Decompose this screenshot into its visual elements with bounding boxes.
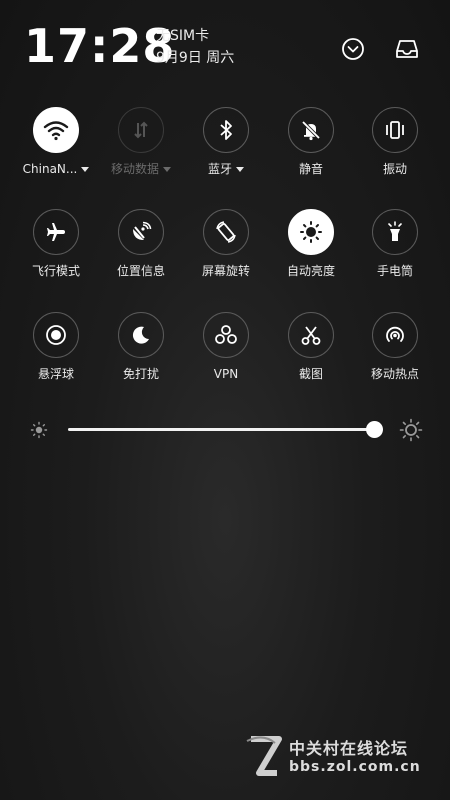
dropdown-caret-icon[interactable] [236, 167, 244, 172]
auto-brightness-icon[interactable] [288, 209, 334, 255]
wifi-icon[interactable] [33, 107, 79, 153]
dropdown-caret-icon [163, 167, 171, 172]
location-icon[interactable] [118, 209, 164, 255]
tile-vibrate[interactable]: 振动 [353, 107, 437, 197]
tile-wifi[interactable]: ChinaN... [14, 107, 98, 197]
tile-label: 移动数据 [99, 161, 183, 177]
tile-label: 悬浮球 [37, 367, 74, 381]
screenshot-icon[interactable] [288, 312, 334, 358]
tile-label: VPN [213, 367, 239, 381]
watermark-title: 中关村在线论坛 [289, 739, 409, 758]
brightness-low-icon [30, 421, 48, 439]
tile-label: 飞行模式 [31, 264, 80, 278]
chevron-down-icon[interactable] [340, 36, 366, 62]
tile-location[interactable]: 位置信息 [99, 209, 183, 299]
tile-screenshot[interactable]: 截图 [269, 312, 353, 402]
brightness-high-icon [399, 418, 423, 442]
floating-ball-icon[interactable] [33, 312, 79, 358]
vpn-icon[interactable] [203, 312, 249, 358]
hotspot-icon[interactable] [372, 312, 418, 358]
tile-label: 位置信息 [116, 264, 165, 278]
vibrate-icon[interactable] [372, 107, 418, 153]
tile-label: ChinaN... [14, 161, 98, 177]
brightness-slider-thumb[interactable] [366, 421, 383, 438]
tile-floating-ball[interactable]: 悬浮球 [14, 312, 98, 402]
tile-bluetooth[interactable]: 蓝牙 [184, 107, 268, 197]
tile-do-not-disturb[interactable]: 免打扰 [99, 312, 183, 402]
tile-auto-brightness[interactable]: 自动亮度 [269, 209, 353, 299]
flashlight-icon[interactable] [372, 209, 418, 255]
watermark-url: bbs.zol.com.cn [289, 759, 421, 775]
tile-label: 振动 [382, 162, 407, 176]
airplane-icon[interactable] [33, 209, 79, 255]
tile-hotspot[interactable]: 移动热点 [353, 312, 437, 402]
rotate-icon[interactable] [203, 209, 249, 255]
dropdown-caret-icon[interactable] [81, 167, 90, 172]
tile-label: 免打扰 [122, 367, 159, 381]
tile-label: 截图 [298, 367, 323, 381]
tile-flashlight[interactable]: 手电筒 [353, 209, 437, 299]
sim-status: 无SIM卡 [156, 28, 210, 44]
mute-icon[interactable] [288, 107, 334, 153]
tile-mobile-data: 移动数据 [99, 107, 183, 197]
inbox-icon[interactable] [394, 36, 420, 62]
tile-rotate[interactable]: 屏幕旋转 [184, 209, 268, 299]
mobile-data-icon [118, 107, 164, 153]
watermark: 中关村在线论坛 bbs.zol.com.cn [245, 735, 445, 785]
zol-logo-icon [245, 735, 283, 779]
tile-label: 移动热点 [370, 367, 419, 381]
tile-airplane[interactable]: 飞行模式 [14, 209, 98, 299]
date-text: 9月9日 周六 [156, 50, 235, 66]
tile-label: 手电筒 [376, 264, 413, 278]
bluetooth-icon[interactable] [203, 107, 249, 153]
do-not-disturb-icon[interactable] [118, 312, 164, 358]
tile-label: 自动亮度 [286, 264, 335, 278]
tile-label: 蓝牙 [184, 161, 268, 177]
clock-time: 17:28 [24, 19, 176, 73]
tile-label: 屏幕旋转 [201, 264, 250, 278]
brightness-slider-track[interactable] [68, 428, 374, 431]
tile-label: 静音 [298, 162, 323, 176]
tile-mute[interactable]: 静音 [269, 107, 353, 197]
tile-vpn[interactable]: VPN [184, 312, 268, 402]
